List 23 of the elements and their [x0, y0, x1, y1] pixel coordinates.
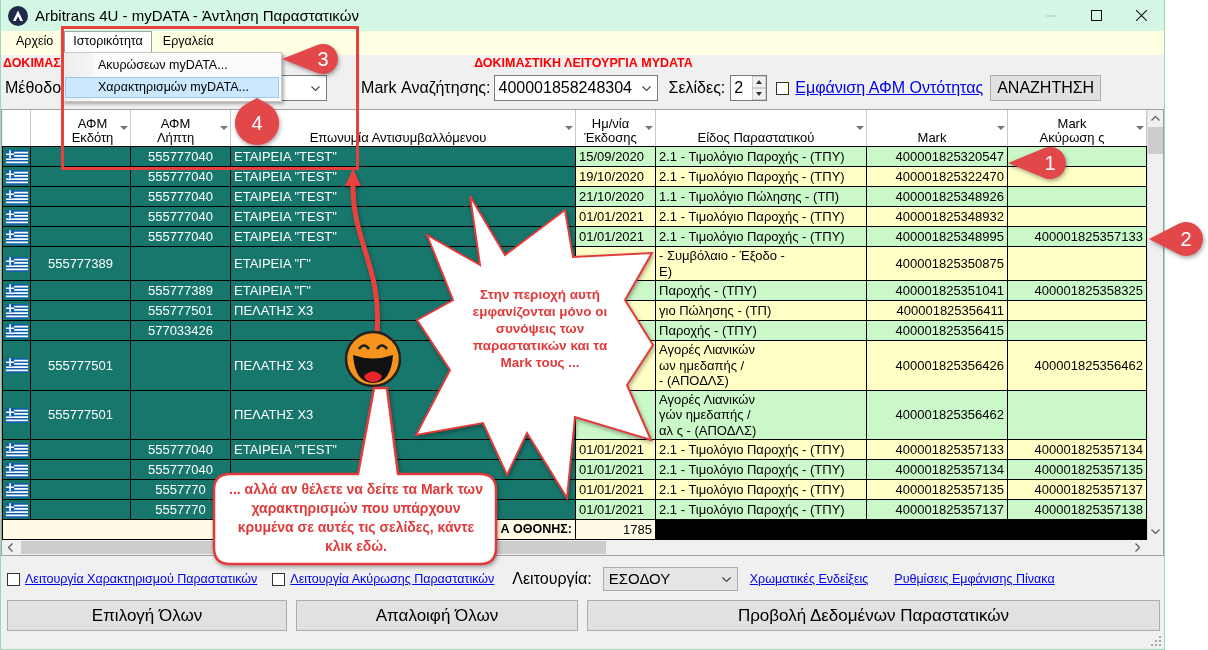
table-cell: 555777501 [30, 390, 131, 440]
callout-marker: 1 [1007, 146, 1067, 180]
table-cell: Αγορές Λιανικών γών ημεδαπής / αλ ς - (ΑΠΟΔΛΣ) [655, 390, 867, 440]
window-title: Arbitrans 4U - myDATA - Άντληση Παραστατικών [35, 6, 359, 25]
table-cell: 400001825350875 [866, 246, 1008, 281]
table-cell: 400001825356462 [866, 390, 1008, 440]
field-label: Mark Αναζήτησης: [361, 78, 491, 98]
field-label: Λειτουργία: [512, 569, 592, 589]
callout-marker: 2 [1148, 221, 1204, 257]
table-cell: 400001825356426 [866, 340, 1008, 390]
callout-marker: 4 [234, 97, 280, 146]
table-cell: 555777501 [30, 340, 131, 390]
field-label: Σελίδες: [668, 78, 726, 98]
callout-marker: 3 [281, 43, 339, 75]
table-cell: 400001825356462 [1007, 340, 1147, 390]
table-cell: - Συμβόλαιο - Έξοδο - Ε) [655, 246, 867, 281]
table-cell: Αγορές Λιανικών ων ημεδαπής / - (ΑΠΟΔΛΣ) [655, 340, 867, 390]
field-label: Μέθοδο [5, 78, 62, 98]
bubble-text: ... αλλά αν θέλετε να δείτε τα Mark των χαρακτηρισμών που υπάρχουν κρυμένα σε αυτές τις σελίδες, κάντε κλικ εδώ. [228, 480, 484, 556]
table-cell: 555777389 [30, 246, 131, 281]
mode-warning: ΔΟΚΙΜΑΣ [3, 56, 61, 71]
mode-warning: ΔΟΚΙΜΑΣΤΙΚΗ ΛΕΙΤΟΥΡΓΙΑ MYDATA [474, 56, 693, 71]
callout-text: Στην περιοχή αυτή εμφανίζονται μόνο οι συνόψεις των παραστατικών και τα Mark τους ... [471, 286, 609, 371]
